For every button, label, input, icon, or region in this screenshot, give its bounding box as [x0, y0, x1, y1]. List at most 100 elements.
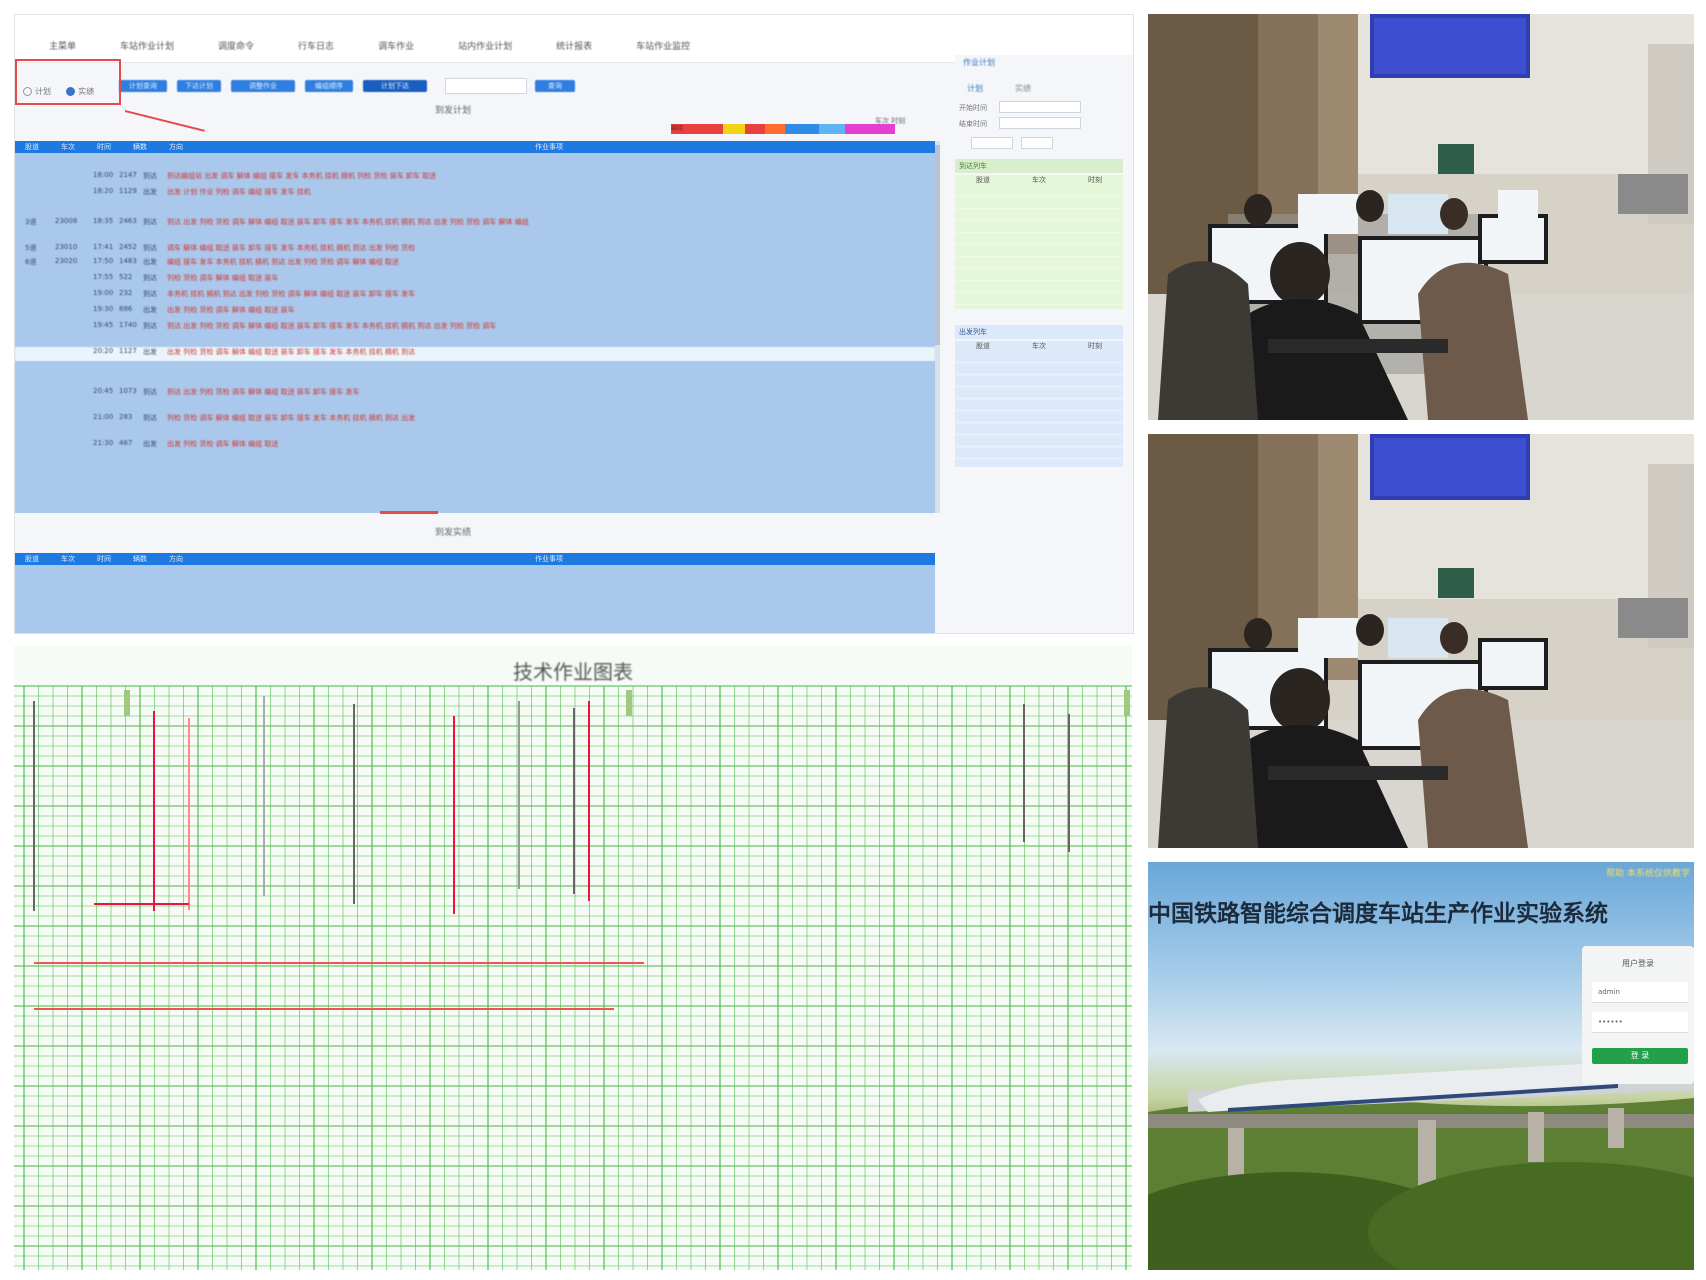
- nav-tab[interactable]: 调车作业: [378, 39, 414, 52]
- table-row[interactable]: 20:20 1127 出发 出发 列检 货检 调车 解体 编组 取送 装车 卸车 接车…: [15, 347, 935, 361]
- table-scroll-thumb[interactable]: [935, 145, 940, 345]
- annotation-arrow: [124, 110, 205, 132]
- table-cell: 23008: [55, 217, 78, 225]
- list-item[interactable]: [955, 435, 1123, 447]
- list-item[interactable]: [955, 399, 1123, 411]
- nav-tab[interactable]: 调度命令: [218, 39, 254, 52]
- list-item[interactable]: [955, 233, 1123, 245]
- dispatch-button[interactable]: 计划下达: [363, 80, 427, 92]
- list-item[interactable]: [955, 293, 1123, 305]
- table-row[interactable]: 19:00 232 到达 本务机 挂机 摘机 到达 出发 列检 货检 调车 解体 编组…: [15, 289, 935, 303]
- password-field[interactable]: ••••••: [1592, 1012, 1688, 1033]
- table-cell: 出发: [143, 188, 157, 196]
- table-row[interactable]: 3道 23008 18:35 2463 到达 到达 出发 列检 货检 调车 解体 编组 取…: [15, 217, 935, 231]
- table-cell: 2463: [119, 217, 137, 225]
- end-time-input[interactable]: [999, 117, 1081, 129]
- list-col: 股道: [976, 342, 990, 350]
- table-cell: 到达: [143, 244, 157, 252]
- operation-text: 到达 出发 列检 货检 调车 解体 编组 取送 装车 卸车 接车 发车: [167, 388, 360, 396]
- legend-chip: [845, 124, 895, 134]
- column-header: 作业事项: [535, 555, 563, 563]
- table-row[interactable]: 18:20 1129 出发 出发 计划 作业 列检 调车 编组 接车 发车 挂机: [15, 187, 935, 201]
- table-cell: 到达: [143, 172, 157, 180]
- table-row[interactable]: 6道 23020 17:50 1483 出发 编组 接车 发车 本务机 挂机 摘机 到达 …: [15, 257, 935, 271]
- top-links[interactable]: 帮助 本系统仅供教学: [1606, 866, 1690, 879]
- table-cell: 18:20: [93, 187, 114, 195]
- search-input[interactable]: [445, 78, 527, 94]
- operation-text: 编组 接车 发车 本务机 挂机 摘机 到达 出发 列检 货检 调车 解体 编组 …: [167, 258, 399, 266]
- list-item[interactable]: [955, 281, 1123, 293]
- classroom-photo-2-image: [1148, 434, 1694, 848]
- table-row[interactable]: 19:30 886 出发 出发 列检 货检 调车 解体 编组 取送 装车: [15, 305, 935, 319]
- nav-tab[interactable]: 车站作业监控: [636, 39, 690, 52]
- list-item[interactable]: [955, 197, 1123, 209]
- list-item[interactable]: [955, 411, 1123, 423]
- list-item[interactable]: [955, 185, 1123, 197]
- operation-text: 列检 货检 调车 解体 编组 取送 装车: [167, 274, 279, 282]
- list-item[interactable]: [955, 375, 1123, 387]
- table-cell: 到达: [143, 218, 157, 226]
- table-cell: 19:00: [93, 289, 114, 297]
- start-time-input[interactable]: [999, 101, 1081, 113]
- nav-tab[interactable]: 站内作业计划: [458, 39, 512, 52]
- table-row[interactable]: 21:00 283 到达 列检 货检 调车 解体 编组 取送 装车 卸车 接车 发车 …: [15, 413, 935, 427]
- list-item[interactable]: [955, 221, 1123, 233]
- classroom-photo-1: [1148, 14, 1694, 420]
- list-item[interactable]: [955, 387, 1123, 399]
- issue-plan-button[interactable]: 下达计划: [177, 80, 221, 92]
- username-field[interactable]: admin: [1592, 982, 1688, 1003]
- list-item[interactable]: [955, 447, 1123, 459]
- table-cell: 5道: [25, 244, 37, 252]
- login-box-title: 用户登录: [1622, 959, 1654, 968]
- table-row[interactable]: 19:45 1740 到达 到达 出发 列检 货检 调车 解体 编组 取送 装车 卸车…: [15, 321, 935, 335]
- query-plan-button[interactable]: 计划查询: [119, 80, 167, 92]
- legend-chip: [723, 124, 745, 134]
- rp-tab-actual[interactable]: 实绩: [1015, 83, 1031, 94]
- sequence-button[interactable]: 编组顺序: [305, 80, 353, 92]
- list-item[interactable]: [955, 245, 1123, 257]
- nav-tab[interactable]: 行车日志: [298, 39, 334, 52]
- filter-select[interactable]: [971, 137, 1013, 149]
- list-item[interactable]: [955, 351, 1123, 363]
- dispatch-app-screenshot: 主菜单 车站作业计划 调度命令 行车日志 调车作业 站内作业计划 统计报表 车站作业监控 计划…: [14, 14, 1134, 634]
- table-cell: 17:50: [93, 257, 114, 265]
- adjust-button[interactable]: 调整作业: [231, 80, 295, 92]
- list-item[interactable]: [955, 363, 1123, 375]
- table-cell: 23010: [55, 243, 78, 251]
- filter-select-2[interactable]: [1021, 137, 1053, 149]
- column-header: 股道: [25, 143, 39, 151]
- right-panel: 作业计划 计划 实绩 开始时间 结束时间 到达列车 股道 车次 时刻 出发列车 股道…: [955, 55, 1133, 633]
- table-row[interactable]: 20:45 1073 到达 到达 出发 列检 货检 调车 解体 编组 取送 装车 卸车…: [15, 387, 935, 401]
- list-item[interactable]: [955, 209, 1123, 221]
- table-row[interactable]: 18:00 2147 到达 到达编组站 出发 调车 解体 编组 接车 发车 本务机 挂…: [15, 171, 935, 185]
- table-row[interactable]: 21:30 467 出发 出发 列检 货检 调车 解体 编组 取送: [15, 439, 935, 453]
- operation-text: 出发 列检 货检 调车 解体 编组 取送: [167, 440, 279, 448]
- list-item[interactable]: [955, 257, 1123, 269]
- legend-chip: [785, 124, 819, 134]
- table-cell: 1129: [119, 187, 137, 195]
- nav-tab[interactable]: 统计报表: [556, 39, 592, 52]
- nav-tab[interactable]: 车站作业计划: [120, 39, 174, 52]
- table-row[interactable]: 17:55 522 到达 列检 货检 调车 解体 编组 取送 装车: [15, 273, 935, 287]
- table-cell: 出发: [143, 440, 157, 448]
- list-item[interactable]: [955, 269, 1123, 281]
- table-cell: 522: [119, 273, 133, 281]
- nav-tab[interactable]: 主菜单: [49, 39, 76, 52]
- column-header: 方向: [169, 555, 183, 563]
- list-item[interactable]: [955, 459, 1123, 471]
- rp-tab-plan[interactable]: 计划: [967, 83, 983, 94]
- login-button[interactable]: 登 录: [1592, 1048, 1688, 1064]
- table-row[interactable]: 5道 23010 17:41 2452 到达 调车 解体 编组 取送 装车 卸车 接车 发…: [15, 243, 935, 257]
- rp-field-label-2: 结束时间: [959, 120, 987, 128]
- technical-operation-chart: 技术作业图表: [14, 646, 1132, 1270]
- table-cell: 1483: [119, 257, 137, 265]
- highlight-box: [15, 59, 121, 105]
- section-title: 到发计划: [435, 106, 472, 116]
- login-box: 用户登录 admin •••••• 登 录: [1582, 946, 1694, 1084]
- operation-text: 出发 计划 作业 列检 调车 编组 接车 发车 挂机: [167, 188, 311, 196]
- toolbar: 计划 实绩 计划查询 下达计划 调整作业 编组顺序 计划下达 查询: [15, 69, 955, 99]
- time-marker: [626, 690, 632, 716]
- table-cell: 18:00: [93, 171, 114, 179]
- list-item[interactable]: [955, 423, 1123, 435]
- search-button[interactable]: 查询: [535, 80, 575, 92]
